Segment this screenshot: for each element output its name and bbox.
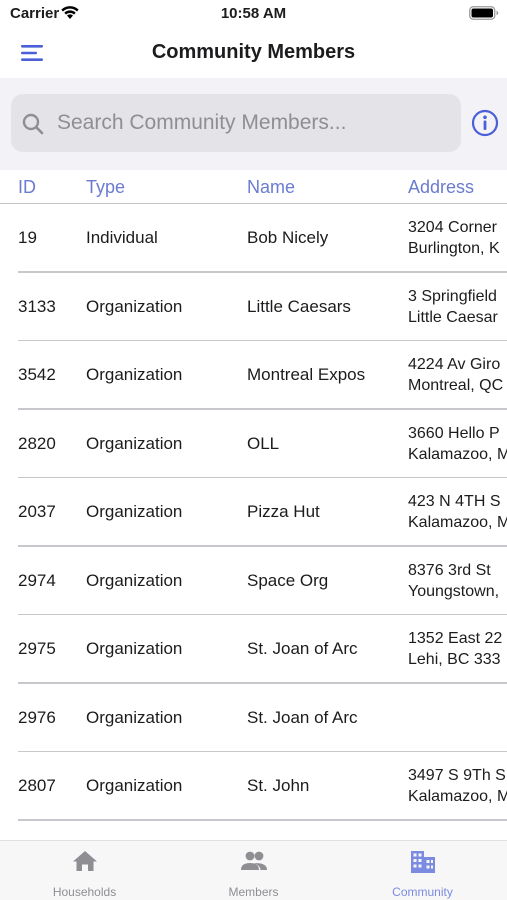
search-area [0, 78, 507, 170]
cell-id: 2037 [18, 502, 56, 522]
column-header-address[interactable]: Address [408, 177, 474, 198]
cell-name: Little Caesars [247, 296, 351, 316]
cell-name: St. Joan of Arc [247, 707, 358, 727]
cell-id: 2976 [18, 707, 56, 727]
cell-type: Organization [86, 776, 183, 796]
table-row[interactable]: 19 Individual Bob Nicely 3204 Corner Bur… [0, 204, 507, 273]
address-line-1: 3204 Corner [408, 219, 497, 237]
table-row[interactable]: 2037 Organization Pizza Hut 423 N 4TH S … [0, 478, 507, 547]
search-box[interactable] [11, 94, 461, 152]
cell-address: 3204 Corner Burlington, K [408, 217, 500, 259]
address-line-2: Burlington, K [408, 240, 500, 258]
tab-label: Community [392, 885, 453, 899]
tab-label: Households [52, 885, 117, 899]
cell-type: Organization [86, 365, 183, 385]
address-line-1: 3497 S 9Th S [408, 767, 506, 785]
table-row[interactable]: 2975 Organization St. Joan of Arc 1352 E… [0, 615, 507, 684]
cell-address: 3497 S 9Th S Kalamazoo, M [408, 765, 507, 807]
address-line-1: 1352 East 22 [408, 630, 503, 648]
info-icon[interactable] [471, 109, 499, 142]
cell-name: Montreal Expos [247, 365, 366, 385]
tab-households[interactable]: Households [0, 841, 169, 900]
cell-name: Pizza Hut [247, 502, 320, 522]
table-row[interactable]: 3542 Organization Montreal Expos 4224 Av… [0, 341, 507, 410]
house-icon [0, 849, 169, 878]
cell-type: Individual [86, 228, 158, 248]
people-icon [169, 849, 338, 878]
address-line-2: Montreal, QC [408, 377, 504, 395]
tab-label: Members [228, 885, 279, 899]
cell-address: 423 N 4TH S Kalamazoo, M [408, 491, 507, 533]
cell-id: 19 [18, 228, 37, 248]
page-title: Community Members [151, 41, 356, 63]
address-line-2: Lehi, BC 333 [408, 651, 501, 669]
column-header-type[interactable]: Type [86, 177, 125, 198]
cell-id: 2975 [18, 639, 56, 659]
address-line-2: Kalamazoo, M [408, 514, 507, 532]
cell-type: Organization [86, 296, 183, 316]
cell-name: St. John [247, 776, 310, 796]
table-row[interactable]: 3133 Organization Little Caesars 3 Sprin… [0, 273, 507, 341]
building-icon [338, 849, 507, 880]
cell-id: 3542 [18, 365, 56, 385]
table-header: ID Type Name Address [0, 170, 507, 204]
cell-address: 1352 East 22 Lehi, BC 333 [408, 628, 502, 670]
tab-bar: Households Members Community [0, 840, 507, 900]
cell-name: Space Org [247, 570, 329, 590]
address-line-1: 8376 3rd St [408, 561, 491, 579]
table-row[interactable]: 2807 Organization St. John 3497 S 9Th S … [0, 752, 507, 821]
address-line-1: 3660 Hello P [408, 424, 500, 442]
navigation-bar: Community Members [0, 28, 507, 78]
members-table: 19 Individual Bob Nicely 3204 Corner Bur… [0, 204, 507, 840]
status-bar: Carrier 10:58 AM [0, 0, 507, 28]
search-input[interactable] [57, 104, 452, 142]
column-header-name[interactable]: Name [247, 177, 295, 198]
tab-members[interactable]: Members [169, 841, 338, 900]
cell-id: 2807 [18, 776, 56, 796]
address-line-1: 3 Springfield [408, 287, 497, 305]
address-line-2: Kalamazoo, M [408, 445, 507, 463]
cell-address: 8376 3rd St Youngstown, [408, 560, 499, 602]
cell-name: OLL [247, 433, 280, 453]
cell-name: St. Joan of Arc [247, 639, 358, 659]
cell-type: Organization [86, 707, 183, 727]
cell-id: 2820 [18, 433, 56, 453]
search-icon [21, 112, 45, 141]
cell-type: Organization [86, 502, 183, 522]
cell-type: Organization [86, 433, 183, 453]
address-line-1: 4224 Av Giro [408, 356, 501, 374]
table-row[interactable]: 2974 Organization Space Org 8376 3rd St … [0, 547, 507, 615]
cell-address: 3 Springfield Little Caesar [408, 286, 498, 328]
address-line-1: 423 N 4TH S [408, 493, 501, 511]
cell-name: Bob Nicely [247, 228, 329, 248]
cell-id: 2974 [18, 570, 56, 590]
cell-address: 4224 Av Giro Montreal, QC [408, 354, 503, 396]
cell-type: Organization [86, 639, 183, 659]
address-line-2: Little Caesar [408, 308, 498, 326]
cell-address: 3660 Hello P Kalamazoo, M [408, 423, 507, 465]
column-header-id[interactable]: ID [18, 177, 36, 198]
status-time: 10:58 AM [220, 5, 287, 22]
table-row[interactable]: 2820 Organization OLL 3660 Hello P Kalam… [0, 410, 507, 478]
address-line-2: Kalamazoo, M [408, 788, 507, 806]
tab-community[interactable]: Community [338, 841, 507, 900]
cell-type: Organization [86, 570, 183, 590]
table-row[interactable]: 2976 Organization St. Joan of Arc [0, 684, 507, 752]
battery-icon [469, 6, 499, 25]
cell-id: 3133 [18, 296, 56, 316]
row-divider [18, 819, 507, 821]
address-line-2: Youngstown, [408, 582, 500, 600]
